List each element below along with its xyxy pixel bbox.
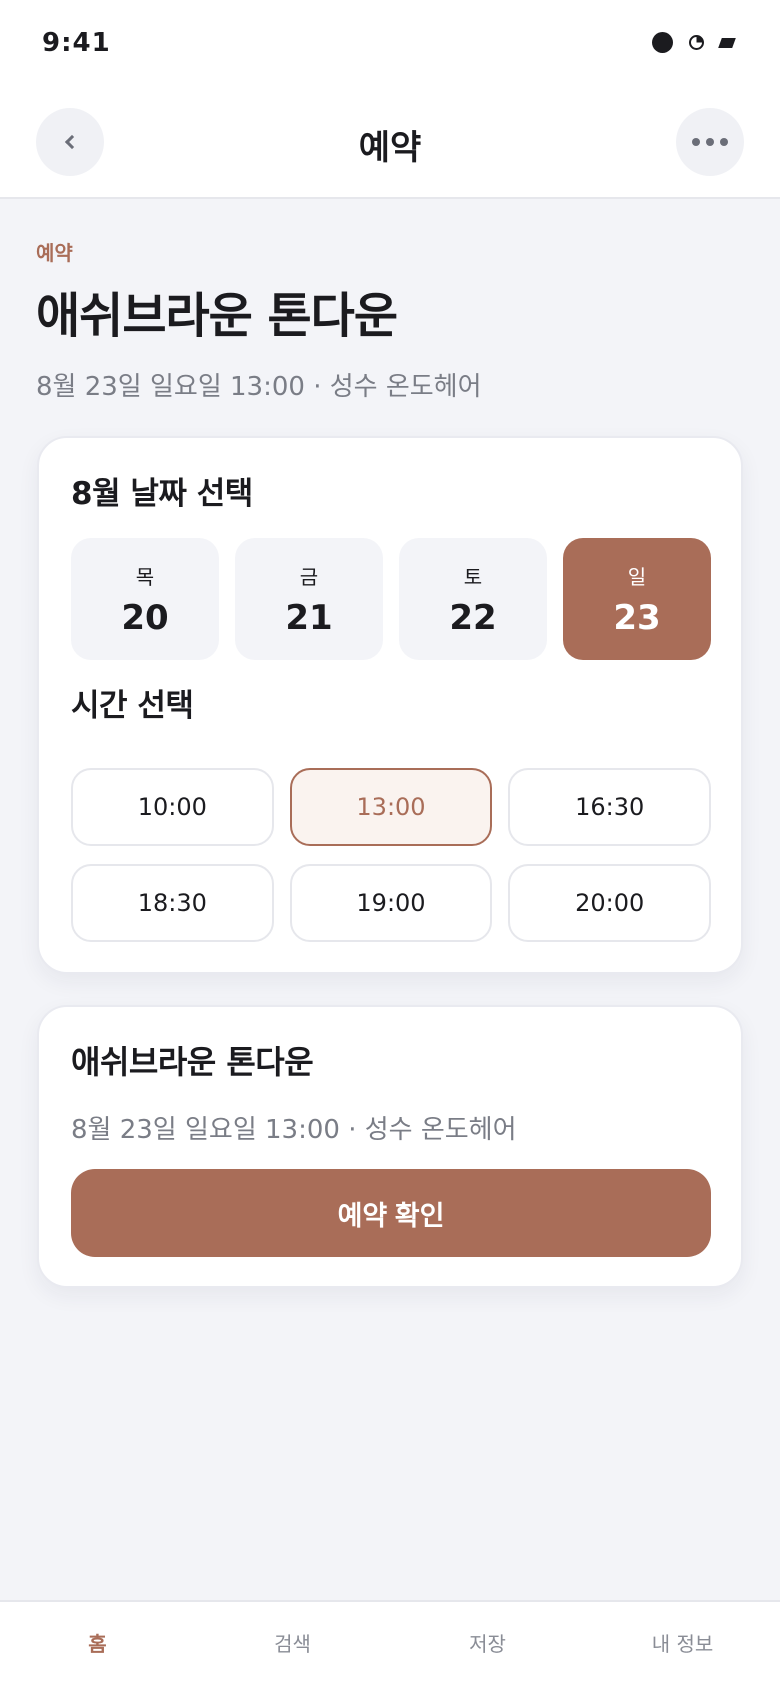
bottom-nav: 홈 검색 저장 내 정보 <box>0 1600 780 1688</box>
time-section-title: 시간 선택 <box>71 688 194 724</box>
date-chip-dow: 금 <box>299 564 319 589</box>
summary-title: 애쉬브라운 톤다운 <box>71 1043 314 1081</box>
signal-icon <box>652 32 673 53</box>
booking-summary-card: 애쉬브라운 톤다운 8월 23일 일요일 13:00 · 성수 온도헤어 예약 … <box>37 1005 743 1288</box>
date-chip-23-selected[interactable]: 일 23 <box>563 538 711 660</box>
summary-subtitle: 8월 23일 일요일 13:00 · 성수 온도헤어 <box>71 1115 517 1145</box>
nav-item-search[interactable]: 검색 <box>195 1602 390 1688</box>
service-title: 애쉬브라운 톤다운 <box>36 288 398 344</box>
time-grid: 10:00 13:00 16:30 18:30 19:00 20:00 <box>71 768 711 942</box>
status-bar: 9:41 <box>0 0 780 90</box>
date-chip-dow: 일 <box>627 564 647 589</box>
wifi-icon <box>689 35 704 50</box>
status-time: 9:41 <box>42 28 111 58</box>
status-icons <box>652 32 736 53</box>
date-chip-day: 21 <box>285 597 333 638</box>
more-button[interactable] <box>676 108 744 176</box>
time-slot[interactable]: 20:00 <box>508 864 711 942</box>
booking-picker-card: 8월 날짜 선택 목 20 금 21 토 22 일 23 시간 선택 10:00… <box>37 436 743 974</box>
date-section-title: 8월 날짜 선택 <box>71 476 253 512</box>
date-chip-dow: 토 <box>463 564 483 589</box>
date-chip-day: 23 <box>613 597 661 638</box>
nav-item-home[interactable]: 홈 <box>0 1602 195 1688</box>
date-chip-21[interactable]: 금 21 <box>235 538 383 660</box>
time-slot[interactable]: 18:30 <box>71 864 274 942</box>
date-chip-day: 22 <box>449 597 497 638</box>
more-horizontal-icon <box>692 138 728 146</box>
page-title: 예약 <box>358 128 422 168</box>
time-slot[interactable]: 10:00 <box>71 768 274 846</box>
date-chip-20[interactable]: 목 20 <box>71 538 219 660</box>
battery-icon <box>718 37 736 48</box>
service-subtitle: 8월 23일 일요일 13:00 · 성수 온도헤어 <box>36 372 482 402</box>
time-slot[interactable]: 19:00 <box>289 864 493 942</box>
eyebrow-label: 예약 <box>36 241 73 265</box>
nav-item-profile[interactable]: 내 정보 <box>585 1602 780 1688</box>
app-header: 예약 <box>0 90 780 199</box>
date-chip-dow: 목 <box>135 564 155 589</box>
time-slot-selected[interactable]: 13:00 <box>289 768 493 846</box>
confirm-booking-button[interactable]: 예약 확인 <box>71 1169 711 1257</box>
time-slot[interactable]: 16:30 <box>508 768 711 846</box>
date-row: 목 20 금 21 토 22 일 23 <box>71 538 711 660</box>
nav-item-saved[interactable]: 저장 <box>390 1602 585 1688</box>
date-chip-22[interactable]: 토 22 <box>399 538 547 660</box>
date-chip-day: 20 <box>121 597 169 638</box>
